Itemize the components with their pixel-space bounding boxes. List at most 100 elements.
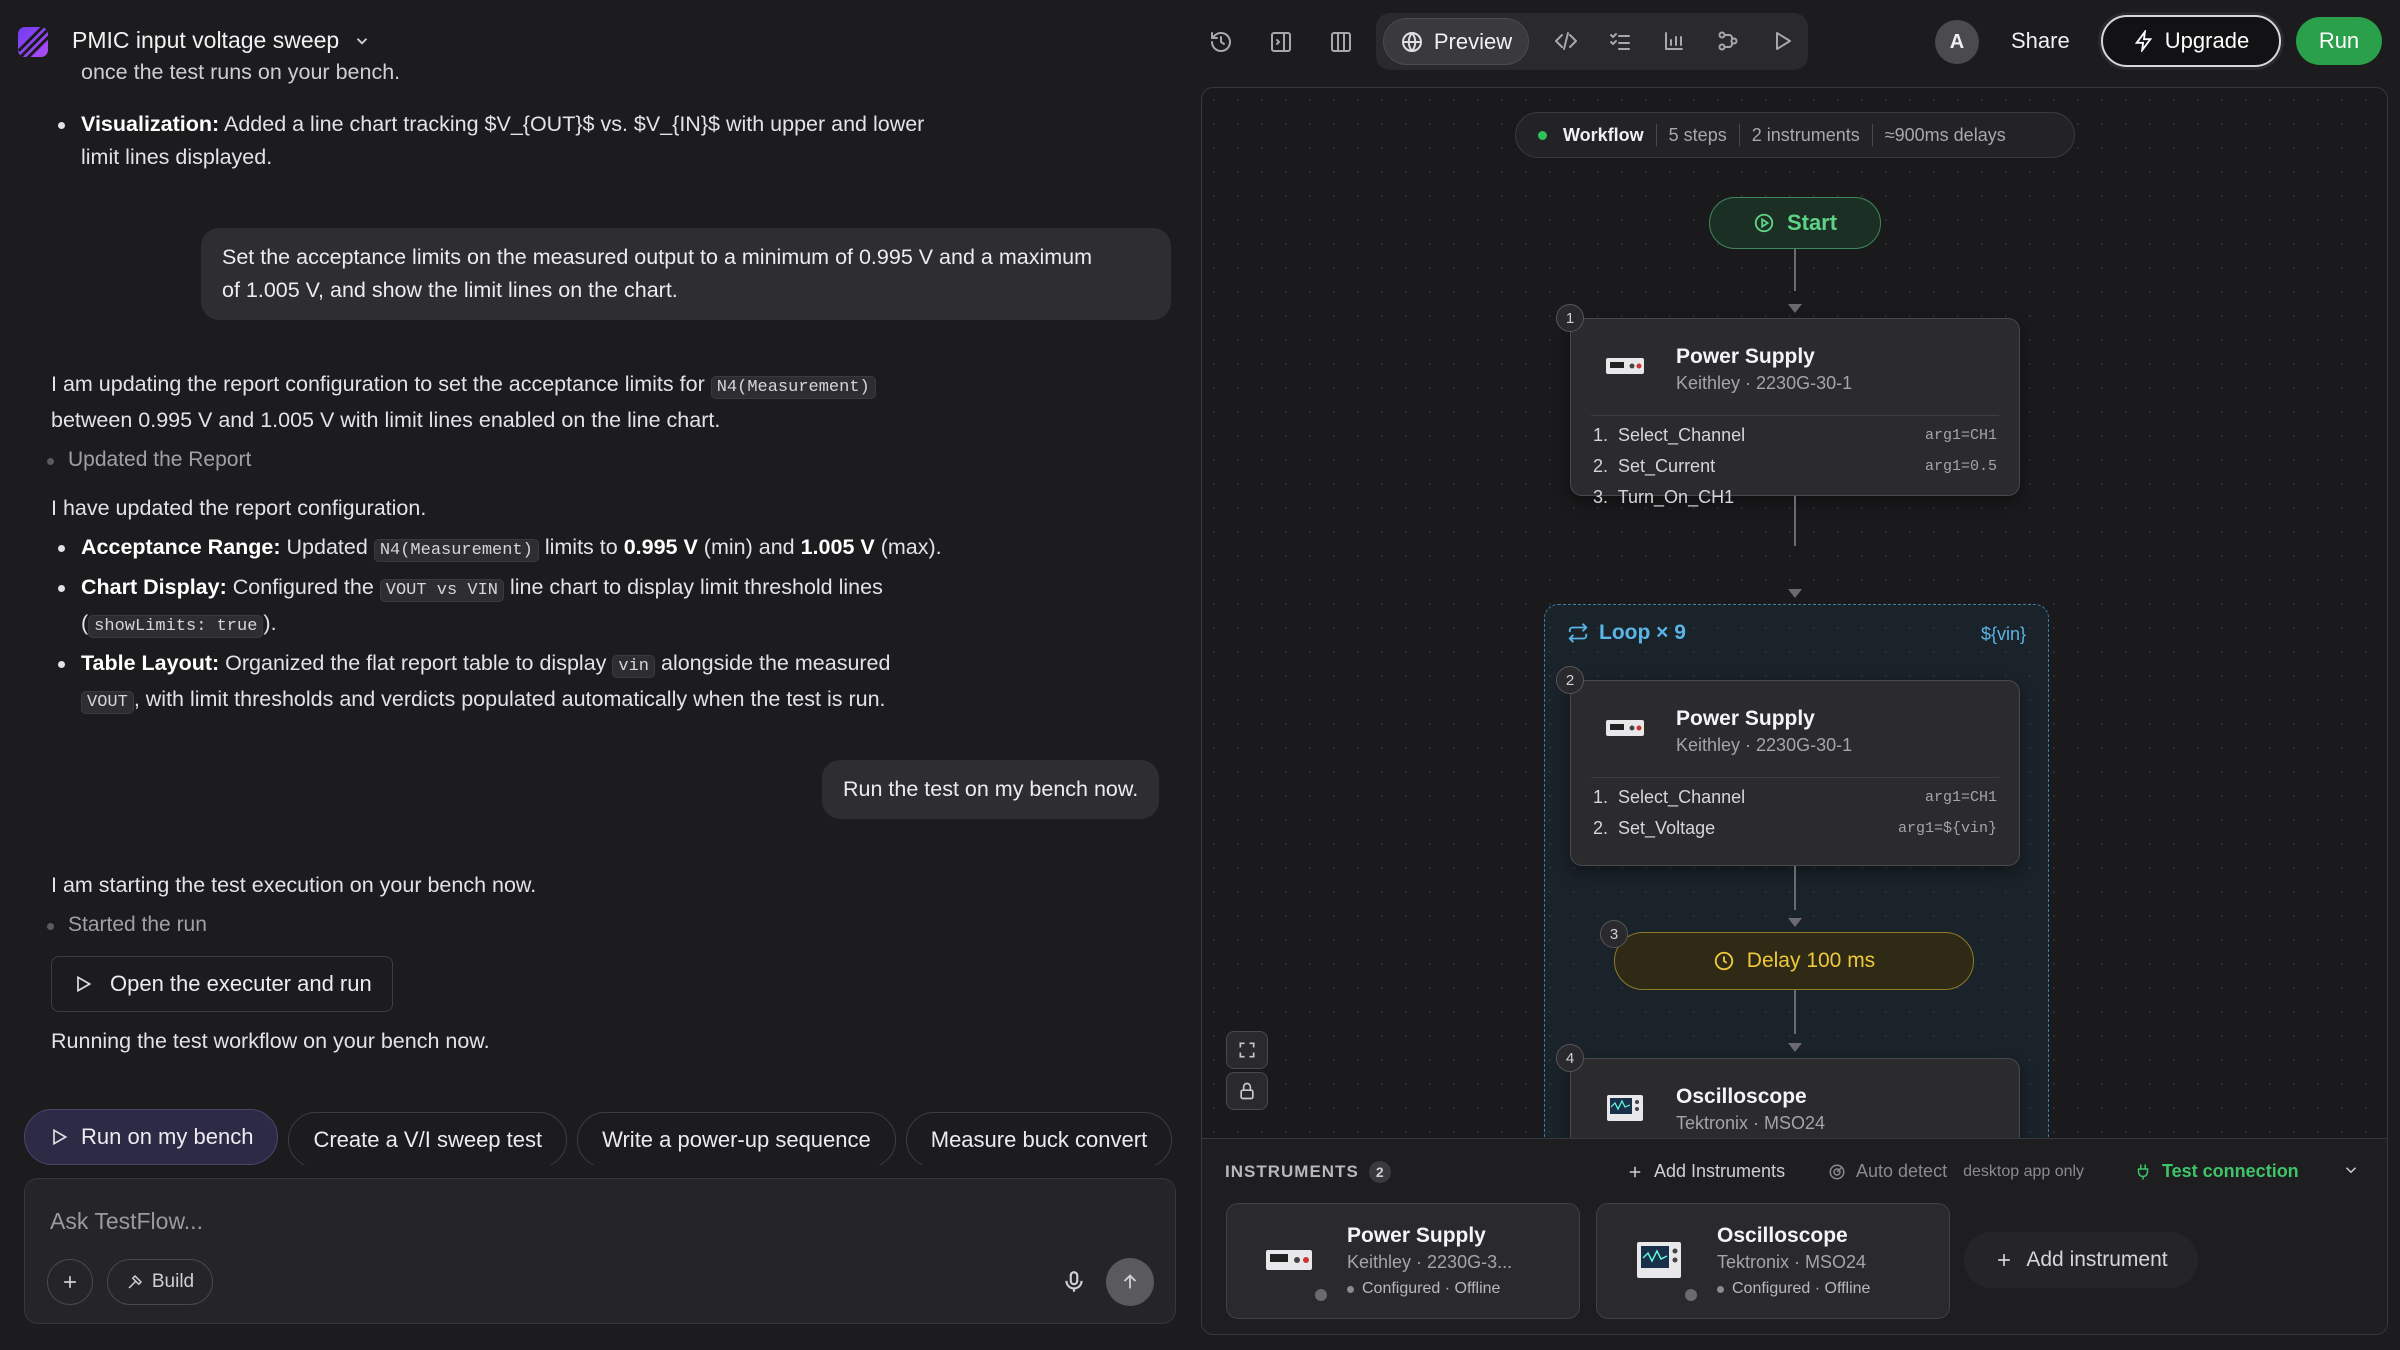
split-view-icon[interactable] xyxy=(1323,24,1359,60)
command-name: Set_Current xyxy=(1618,456,1716,476)
hammer-icon xyxy=(128,1274,142,1289)
connector xyxy=(1794,496,1796,546)
open-executer-button[interactable]: Open the executer and run xyxy=(51,956,393,1012)
oscilloscope-device-icon xyxy=(1607,1095,1643,1121)
instrument-status-text: Configured · Offline xyxy=(1732,1280,1871,1297)
bullet-bold: Acceptance Range: xyxy=(81,535,281,559)
test-connection-button[interactable]: Test connection xyxy=(2134,1161,2299,1182)
delay-label: Delay 100 ms xyxy=(1746,949,1876,972)
build-mode-button[interactable]: Build xyxy=(107,1259,213,1305)
suggestion-chip[interactable]: Create a V/I sweep test xyxy=(288,1112,568,1165)
loop-variable: ${vin} xyxy=(1980,624,2026,644)
preview-label: Preview xyxy=(1433,28,1513,54)
project-title-dropdown[interactable]: PMIC input voltage sweep xyxy=(72,27,371,54)
upgrade-button[interactable]: Upgrade xyxy=(2101,15,2281,67)
command-name: Select_Channel xyxy=(1618,787,1746,807)
run-button[interactable]: Run xyxy=(2296,17,2382,65)
chevron-down-icon[interactable] xyxy=(2342,1161,2360,1179)
row-index: 2. xyxy=(1593,456,1609,476)
connector xyxy=(1794,866,1796,910)
viz-text-2: limit lines displayed. xyxy=(81,145,273,169)
suggestion-chip[interactable]: Write a power-up sequence xyxy=(577,1112,896,1165)
test-connection-label: Test connection xyxy=(2162,1161,2299,1181)
bullet-bold: 0.995 V xyxy=(623,535,698,559)
desktop-only-note: desktop app only xyxy=(1963,1162,2085,1180)
node-subtitle: Keithley · 2230G-30-1 xyxy=(1676,735,1853,755)
node-subtitle: Tektronix · MSO24 xyxy=(1676,1113,1826,1133)
workflow-icon[interactable] xyxy=(1710,23,1746,59)
user-message: Run the test on my bench now. xyxy=(822,760,1160,819)
delay-node[interactable]: Delay 100 ms xyxy=(1614,932,1974,990)
lock-icon[interactable] xyxy=(1226,1072,1268,1110)
start-node[interactable]: Start xyxy=(1709,197,1881,249)
instrument-card[interactable]: Power Supply Keithley · 2230G-3... Confi… xyxy=(1226,1203,1580,1319)
bullet-text: (max). xyxy=(880,535,942,559)
suggestion-chip[interactable]: Measure buck convert xyxy=(905,1112,1173,1165)
preview-button[interactable]: Preview xyxy=(1383,18,1529,65)
row-index: 3. xyxy=(1593,487,1609,507)
instrument-title: Oscilloscope xyxy=(1717,1224,1848,1247)
steps-count: 5 steps xyxy=(1668,124,1727,145)
play-icon xyxy=(77,975,92,993)
add-instrument-button[interactable]: Add instrument xyxy=(1964,1232,2198,1288)
instruments-count-badge: 2 xyxy=(1368,1161,1391,1183)
fullscreen-icon[interactable] xyxy=(1226,1031,1268,1069)
globe-icon xyxy=(1401,31,1422,52)
share-button[interactable]: Share xyxy=(2011,28,2070,54)
power-supply-device-icon xyxy=(1606,720,1644,736)
app-logo[interactable] xyxy=(18,27,48,57)
inline-code: VOUT xyxy=(81,691,134,714)
suggestion-chip[interactable]: Run on my bench xyxy=(24,1109,279,1165)
bullet-table-layout: Table Layout: Organized the flat report … xyxy=(52,647,1152,719)
plus-icon xyxy=(1629,1166,1641,1177)
avatar[interactable]: A xyxy=(1935,20,1979,64)
instruments-count: 2 instruments xyxy=(1751,124,1860,145)
loop-title: Loop × 9 xyxy=(1567,621,1686,645)
microphone-icon[interactable] xyxy=(1061,1269,1089,1297)
history-icon[interactable] xyxy=(1203,24,1239,60)
add-instruments-button[interactable]: Add Instruments xyxy=(1626,1161,1785,1182)
viz-text: Added a line chart tracking $V_{OUT}$ vs… xyxy=(223,112,925,136)
send-button[interactable] xyxy=(1106,1258,1154,1306)
upgrade-label: Upgrade xyxy=(2164,28,2250,53)
code-icon[interactable] xyxy=(1548,23,1584,59)
open-executer-label: Open the executer and run xyxy=(110,971,372,996)
bullet-text: Organized the flat report table to displ… xyxy=(225,651,607,675)
auto-detect-button[interactable]: Auto detect desktop app only xyxy=(1828,1161,2084,1182)
power-supply-node[interactable]: Power Supply Keithley · 2230G-30-1 1. Se… xyxy=(1570,318,2020,507)
command-row: 1. Select_Channel arg1=CH1 xyxy=(1593,787,1997,818)
oscilloscope-device-icon xyxy=(1637,1242,1681,1278)
play-circle-icon xyxy=(1754,213,1774,233)
workflow-canvas[interactable]: Workflow 5 steps 2 instruments ≈900ms de… xyxy=(1201,87,2388,1335)
checklist-icon[interactable] xyxy=(1602,23,1638,59)
reply-text: between 0.995 V and 1.005 V with limit l… xyxy=(51,408,721,432)
command-arg: arg1=${vin} xyxy=(1897,820,1997,837)
row-index: 2. xyxy=(1593,818,1609,838)
command-arg: arg1=CH1 xyxy=(1924,789,1997,806)
command-row: 2. Set_Current arg1=0.5 xyxy=(1593,456,1997,487)
play-icon[interactable] xyxy=(1764,23,1800,59)
connector-arrow xyxy=(1788,589,1802,598)
clock-icon xyxy=(1714,951,1733,971)
bar-chart-icon[interactable] xyxy=(1656,23,1692,59)
summary-bullets: Acceptance Range: Updated N4(Measurement… xyxy=(52,531,1152,719)
bullet-text: alongside the measured xyxy=(660,651,891,675)
lightning-icon xyxy=(2134,30,2153,52)
attach-button[interactable] xyxy=(47,1259,93,1305)
command-name: Turn_On_CH1 xyxy=(1617,487,1735,507)
user-message: Set the acceptance limits on the measure… xyxy=(201,228,1171,320)
chat-input[interactable] xyxy=(50,1205,1050,1237)
assistant-reply: Running the test workflow on your bench … xyxy=(51,1029,490,1053)
instrument-card[interactable]: Oscilloscope Tektronix · MSO24 Configure… xyxy=(1596,1203,1950,1319)
start-label: Start xyxy=(1786,210,1838,235)
arrow-up-icon xyxy=(1123,1274,1137,1289)
user-message-line: of 1.005 V, and show the limit lines on … xyxy=(222,278,678,302)
assistant-reply: I have updated the report configuration. xyxy=(51,496,427,520)
connector-arrow xyxy=(1788,304,1802,313)
power-supply-node[interactable]: Power Supply Keithley · 2230G-30-1 1. Se… xyxy=(1570,680,2020,866)
build-label: Build xyxy=(151,1271,195,1292)
message-composer: Build xyxy=(24,1178,1176,1324)
project-title: PMIC input voltage sweep xyxy=(72,27,340,53)
toggle-panel-icon[interactable] xyxy=(1263,24,1299,60)
auto-detect-label: Auto detect xyxy=(1856,1161,1948,1181)
